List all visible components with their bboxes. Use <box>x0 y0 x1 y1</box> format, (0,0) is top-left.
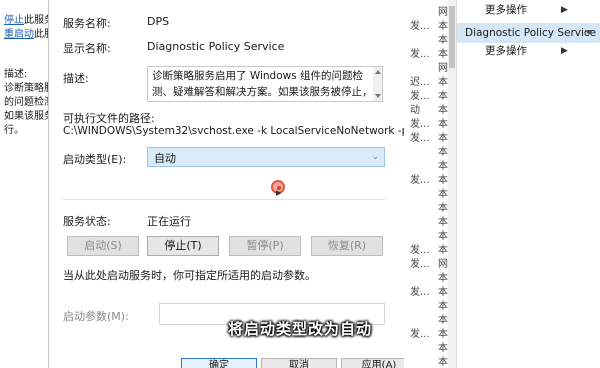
mouse-pointer-icon: ▸ <box>276 186 282 199</box>
display-name-value[interactable]: Diagnostic Policy Service <box>147 40 284 53</box>
list-row[interactable]: 发... 本 <box>410 129 448 144</box>
submenu-arrow-icon: ▶ <box>561 5 568 15</box>
list-cell-logon: 本 <box>438 329 448 340</box>
list-row[interactable]: 发... 本 <box>410 171 448 186</box>
list-cell-logon: 本 <box>438 91 448 102</box>
description-text: 诊断策略服务启用了 Windows 组件的问题检测、疑难解答和解决方案。如果该服… <box>152 70 373 98</box>
exec-path-value: C:\WINDOWS\System32\svchost.exe -k Local… <box>63 125 406 137</box>
list-row[interactable]: 发... 网 <box>410 255 448 270</box>
start-params-label: 启动参数(M): <box>63 310 129 323</box>
list-cell-logon: 网 <box>438 259 448 270</box>
description-textbox[interactable]: 诊断策略服务启用了 Windows 组件的问题检测、疑难解答和解决方案。如果该服… <box>147 66 383 102</box>
list-cell-startup: 发... <box>410 175 430 186</box>
list-cell-startup: 发... <box>410 21 430 32</box>
list-row[interactable]: 发... 本 <box>410 115 448 130</box>
list-cell-logon: 本 <box>438 245 448 256</box>
submenu-arrow-icon: ▶ <box>561 46 568 56</box>
start-button[interactable]: 启动(S) <box>67 236 139 256</box>
list-cell-startup: 发... <box>410 49 430 60</box>
list-cell-logon: 本 <box>438 231 448 242</box>
chevron-down-icon: ⌄ <box>371 152 379 162</box>
list-cell-logon: 本 <box>438 147 448 158</box>
start-params-hint: 当从此处启动服务时，你可指定所适用的启动参数。 <box>63 269 316 282</box>
startup-type-label: 启动类型(E): <box>63 153 127 166</box>
service-properties-dialog: 服务名称: DPS 显示名称: Diagnostic Policy Servic… <box>48 0 406 368</box>
list-cell-startup: 发... <box>410 133 430 144</box>
service-status-value: 正在运行 <box>147 215 191 228</box>
panel-desc-line: 的问题检测 <box>4 97 48 108</box>
more-actions-item[interactable]: 更多操作 ▶ <box>457 0 600 20</box>
list-cell-logon: 本 <box>438 301 448 312</box>
more-actions-label: 更多操作 <box>485 45 527 57</box>
description-scrollbar[interactable] <box>373 67 382 101</box>
list-cell-logon: 网 <box>438 7 448 18</box>
restart-service-line: 重启动此服 <box>4 28 48 42</box>
startup-type-value: 自动 <box>154 152 176 165</box>
list-cell-startup: 发... <box>410 287 430 298</box>
list-cell-logon: 本 <box>438 21 448 32</box>
list-scrollbar-thumb[interactable] <box>449 6 455 68</box>
list-row[interactable]: 发... 本 <box>410 241 448 256</box>
list-cell-logon: 本 <box>438 119 448 130</box>
list-cell-logon: 本 <box>438 133 448 144</box>
ok-button[interactable]: 确定 <box>181 358 257 368</box>
selected-service-label: Diagnostic Policy Service <box>465 27 597 39</box>
list-row[interactable]: 发... 本 <box>410 87 448 102</box>
list-cell-logon: 本 <box>438 217 448 228</box>
list-cell-logon: 网 <box>438 63 448 74</box>
list-cell-logon: 本 <box>438 105 448 116</box>
selected-service-header[interactable]: Diagnostic Policy Service <box>457 23 600 43</box>
resume-button[interactable]: 恢复(R) <box>311 236 383 256</box>
service-status-label: 服务状态: <box>63 215 111 228</box>
scroll-down-icon[interactable] <box>375 94 381 98</box>
list-cell-logon: 本 <box>438 203 448 214</box>
more-actions-label: 更多操作 <box>485 4 527 16</box>
services-list-columns: 网发... 本本发... 本网迟... 本发... 本动本发... 本发... 本本本发..… <box>404 0 448 368</box>
restart-service-text: 此服 <box>34 29 48 40</box>
list-cell-startup: 发... <box>410 259 430 270</box>
list-cell-logon: 本 <box>438 175 448 186</box>
panel-desc-line: 诊断策略服 <box>4 83 48 94</box>
list-row[interactable]: 发... 本 <box>410 17 448 32</box>
actions-pane: 更多操作 ▶ Diagnostic Policy Service 更多操作 ▶ <box>456 0 600 368</box>
service-name-value: DPS <box>147 15 170 28</box>
stop-service-text: 此服务 <box>24 15 48 26</box>
panel-desc-label: 描述: <box>4 69 28 80</box>
list-cell-logon: 本 <box>438 315 448 326</box>
list-row[interactable]: 动本 <box>410 101 448 116</box>
list-cell-logon: 本 <box>438 161 448 172</box>
list-cell-logon: 本 <box>438 357 448 368</box>
list-cell-logon: 本 <box>438 343 448 354</box>
list-cell-logon: 本 <box>438 287 448 298</box>
list-cell-logon: 本 <box>438 189 448 200</box>
services-description-panel: 停止此服务 重启动此服 描述: 诊断策略服 的问题检测 如果该服务 行。 <box>0 0 48 368</box>
panel-desc-line: 行。 <box>4 125 24 136</box>
list-cell-logon: 本 <box>438 77 448 88</box>
apply-button[interactable]: 应用(A) <box>341 358 405 368</box>
panel-desc-line: 如果该服务 <box>4 111 48 122</box>
collapse-caret-icon[interactable] <box>585 30 593 35</box>
stop-button[interactable]: 停止(T) <box>147 236 219 256</box>
pause-button[interactable]: 暂停(P) <box>229 236 301 256</box>
list-cell-logon: 本 <box>438 35 448 46</box>
stop-service-line: 停止此服务 <box>4 14 48 28</box>
restart-service-link[interactable]: 重启动 <box>4 29 34 40</box>
video-subtitle: 将启动类型改为自动 <box>227 320 372 338</box>
list-row[interactable]: 发... 本 <box>410 283 448 298</box>
cancel-button[interactable]: 取消 <box>261 358 337 368</box>
list-row[interactable]: 迟... 本 <box>410 73 448 88</box>
stop-service-link[interactable]: 停止 <box>4 15 24 26</box>
description-label: 描述: <box>63 72 89 85</box>
divider <box>63 199 385 200</box>
more-actions-item[interactable]: 更多操作 ▶ <box>457 41 600 61</box>
list-cell-logon: 本 <box>438 273 448 284</box>
scroll-up-icon[interactable] <box>375 70 381 74</box>
service-name-label: 服务名称: <box>63 17 111 30</box>
exec-path-label: 可执行文件的路径: <box>63 112 155 125</box>
display-name-label: 显示名称: <box>63 42 111 55</box>
list-row[interactable]: 发... 本 <box>410 45 448 60</box>
startup-type-select[interactable]: 自动 ⌄ <box>147 147 385 167</box>
list-cell-logon: 本 <box>438 49 448 60</box>
list-scrollbar[interactable] <box>448 0 456 368</box>
